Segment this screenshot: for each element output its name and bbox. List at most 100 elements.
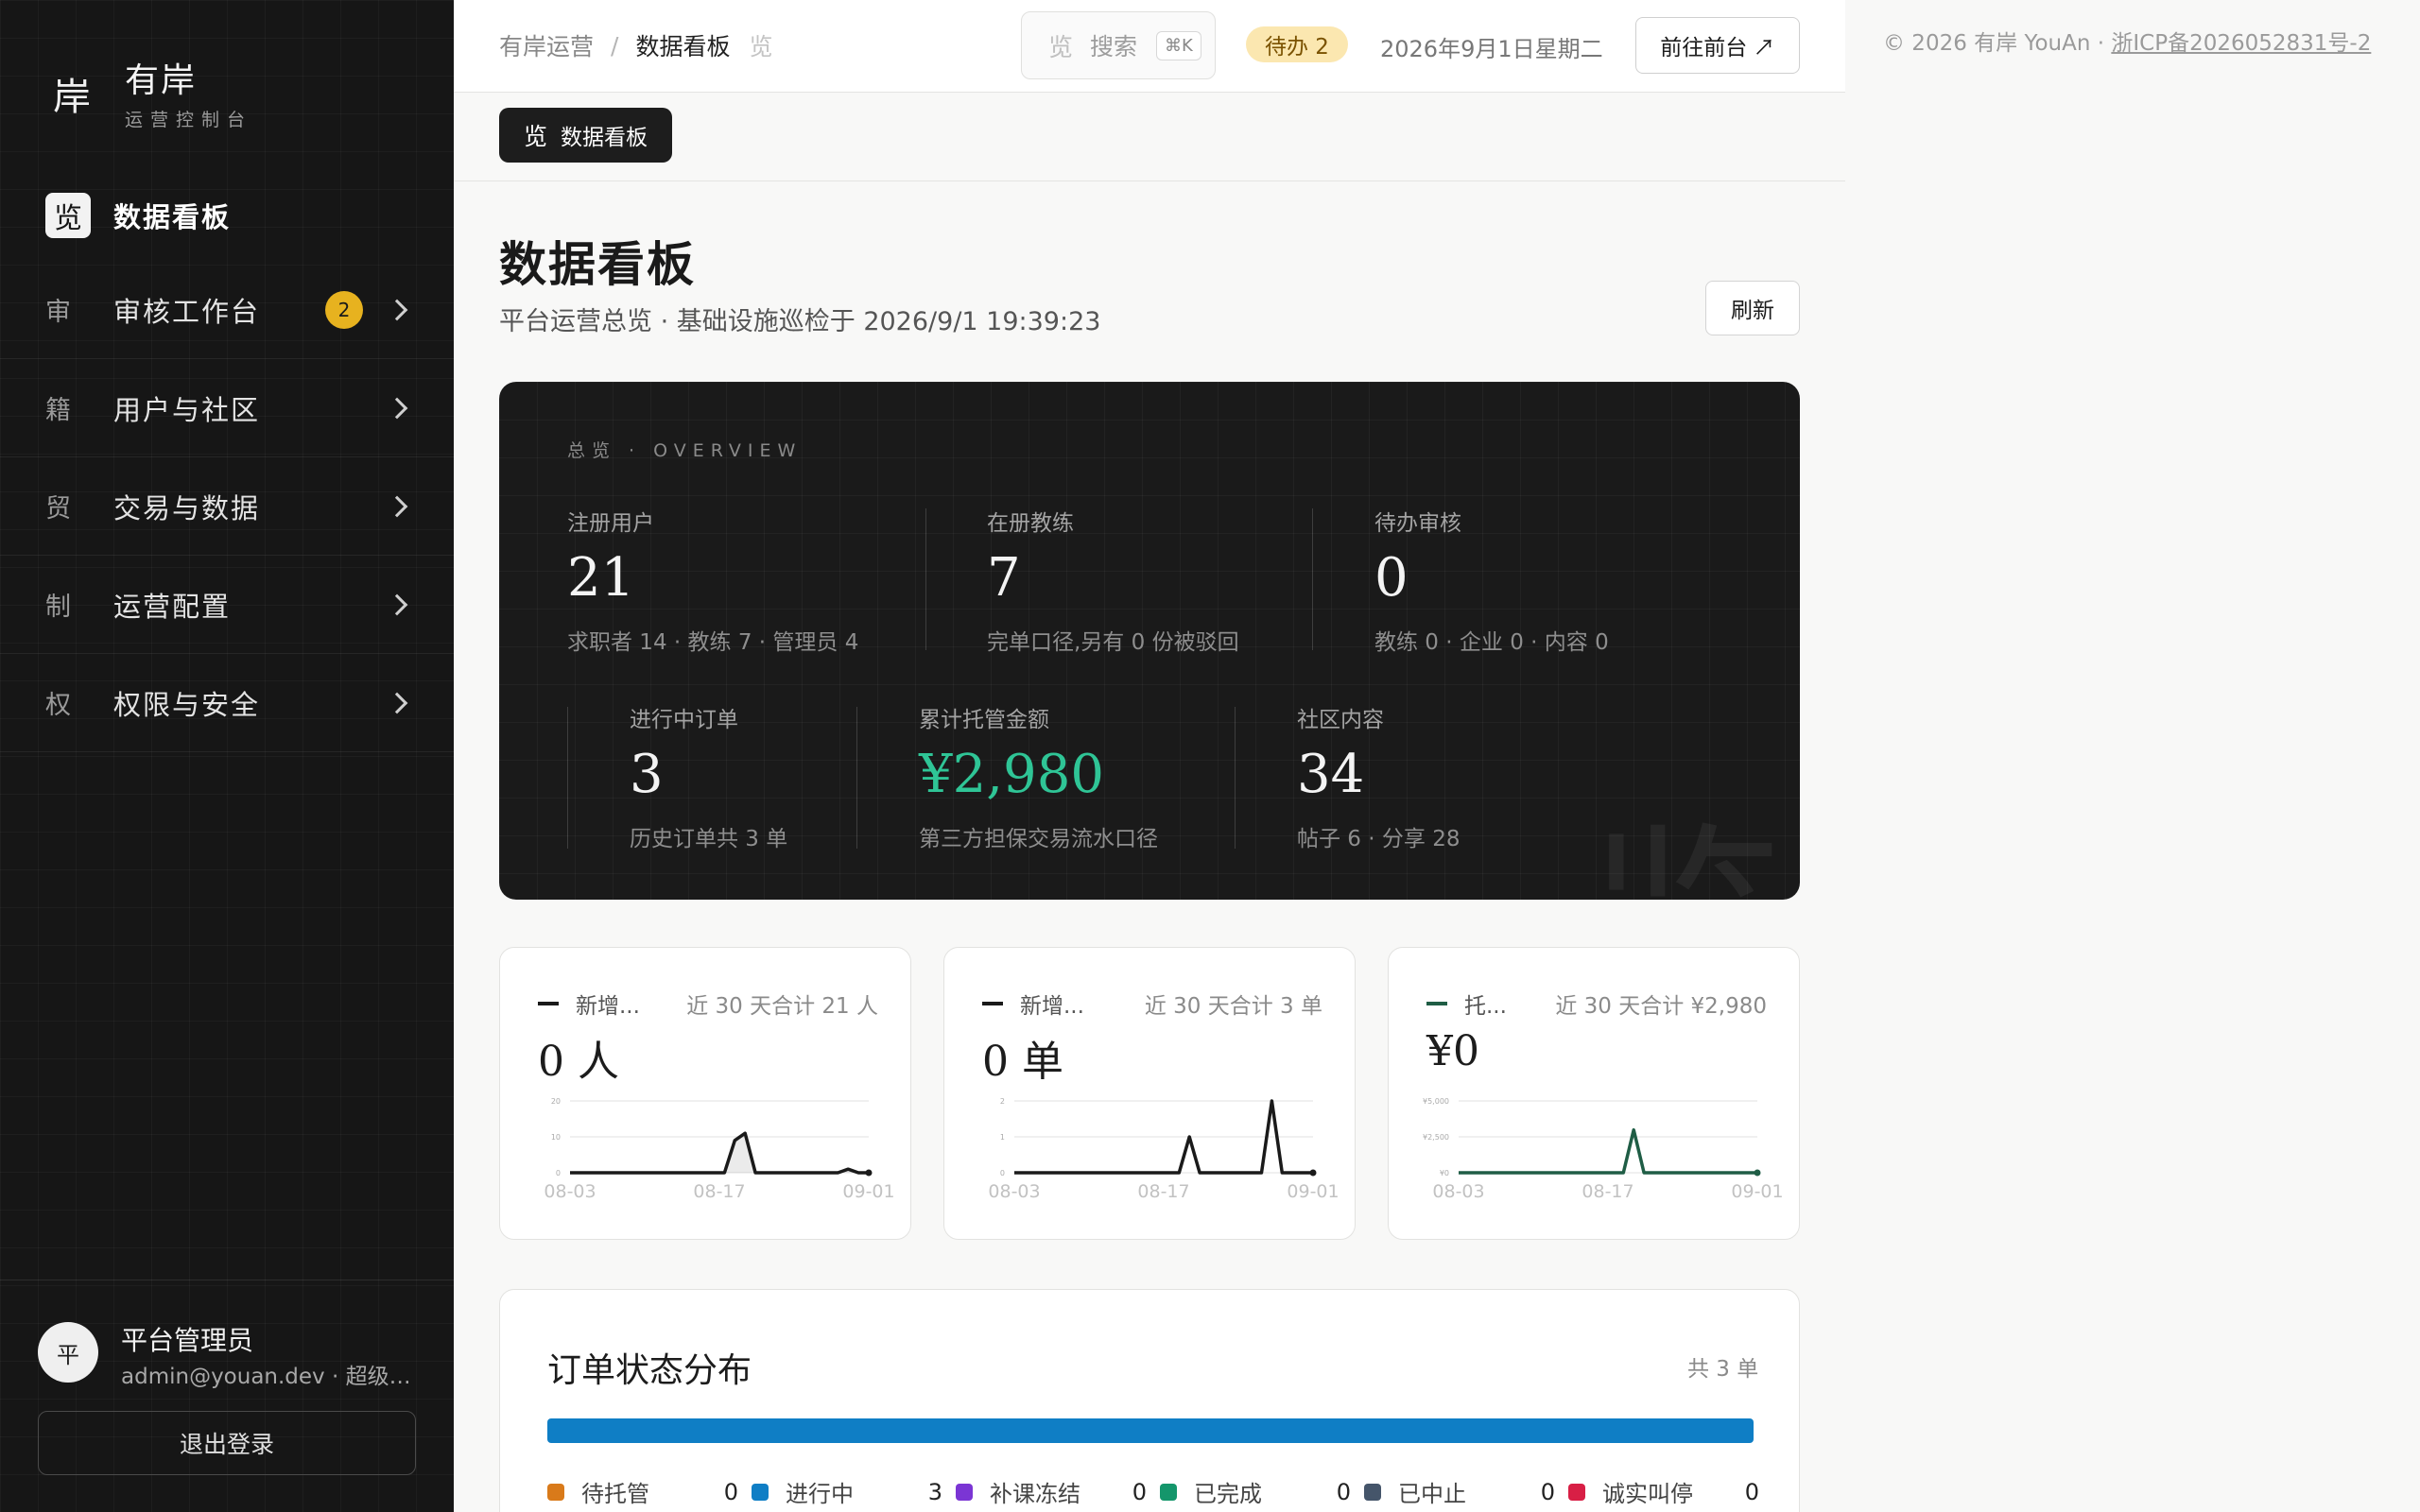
breadcrumb-current: 数据看板 [635,33,731,60]
order-status-title: 订单状态分布 [547,1351,752,1390]
y-tick-label: 2 [1000,1097,1005,1106]
review-count-badge: 2 [325,290,363,329]
main-content: 有岸运营 / 数据看板 览 览 搜索 ⌘K 待办 2 2026年9月1日星期二 … [454,0,1845,1512]
stat-divider [1235,707,1236,849]
logout-button[interactable]: 退出登录 [38,1411,416,1475]
y-tick-label: 1 [1000,1133,1005,1142]
search-button[interactable]: 览 搜索 ⌘K [1021,11,1216,79]
stat-note: 教练 0 · 企业 0 · 内容 0 [1374,630,1609,655]
dashboard-icon: 览 [749,33,773,60]
sidebar-nav: 览 数据看板 审 审核工作台 2 籍 用户与社区 贸 交易与数据 制 运营配置 … [0,170,454,752]
sidebar-item-label: 审核工作台 [113,295,261,328]
trend-card-escrow: 托... 近 30 天合计 ¥2,980 ¥0 ¥5,000 ¥2,500 ¥0 08… [1388,947,1800,1240]
status-label: 进行中 [786,1481,854,1507]
stat-label: 累计托管金额 [919,708,1049,732]
sidebar-item-dashboard[interactable]: 览 数据看板 [0,170,454,261]
order-status-item: 诚实叫停 0 [1568,1475,1772,1508]
sidebar-item-label: 数据看板 [113,201,232,233]
stat-divider [925,508,926,650]
stat-value: 0 [1374,547,1409,609]
tab-label: 数据看板 [561,126,648,150]
footer-copyright: © 2026 有岸 YouAn · 浙ICP备2026052831号-2 [1883,25,2371,57]
dashboard-icon: 览 [524,123,548,150]
copyright-text: © 2026 有岸 YouAn · [1883,31,2112,56]
stat-note: 第三方担保交易流水口径 [919,827,1158,851]
status-count: 0 [723,1478,738,1505]
brand[interactable]: 岸 有岸 运营控制台 [53,53,252,131]
sidebar-item-label: 交易与数据 [113,491,261,524]
topbar: 有岸运营 / 数据看板 览 览 搜索 ⌘K 待办 2 2026年9月1日星期二 … [454,0,1845,93]
chevron-right-icon [386,593,408,615]
current-date: 2026年9月1日星期二 [1380,36,1603,62]
stat-value: 34 [1297,744,1365,805]
series-line [570,1131,869,1175]
order-total-count: 共 3 单 [1687,1357,1759,1382]
sidebar-item-users-community[interactable]: 籍 用户与社区 [0,359,454,457]
status-count: 3 [927,1478,942,1505]
x-tick-label: 08-03 [1432,1181,1484,1202]
order-status-item: 已中止 0 [1364,1475,1568,1508]
order-status-card: 订单状态分布 共 3 单 待托管 0 进行中 3 补课冻结 0 已完成 0 已中止 0 诚实叫停 0 [499,1289,1800,1512]
x-tick-label: 08-17 [693,1181,745,1202]
permissions-icon: 权 [45,691,71,720]
overview-card: 总览 · OVERVIEW 览 注册用户 21 求职者 14 · 教练 7 · … [499,382,1800,900]
search-label: 搜索 [1090,33,1138,60]
review-icon: 审 [45,298,71,327]
stat-note: 历史订单共 3 单 [630,827,788,851]
y-tick-label: 0 [556,1169,561,1177]
sidebar-item-trade-data[interactable]: 贸 交易与数据 [0,457,454,556]
sidebar-item-review[interactable]: 审 审核工作台 2 [0,261,454,359]
order-status-bar [547,1418,1754,1443]
stat-escrow-amount: 累计托管金额 ¥2,980 第三方担保交易流水口径 [919,701,1158,852]
stat-active-orders: 进行中订单 3 历史订单共 3 单 [630,701,787,852]
todo-badge[interactable]: 待办 2 [1246,26,1348,62]
user-email-role: admin@youan.dev · 超级管理员 [121,1365,414,1389]
x-tick-label: 08-03 [544,1181,596,1202]
sidebar-item-label: 权限与安全 [113,688,261,721]
status-color-dot [1364,1483,1381,1501]
breadcrumb-root[interactable]: 有岸运营 [499,28,594,62]
sidebar-item-permissions[interactable]: 权 权限与安全 [0,654,454,752]
chevron-right-icon [386,495,408,517]
trend-chart: 2 1 0 08-03 08-17 09-01 [988,1097,1339,1202]
right-pane: © 2026 有岸 YouAn · 浙ICP备2026052831号-2 [1845,0,2420,1512]
brand-logo-mark: 岸 [53,76,91,119]
order-status-segment [547,1418,1754,1443]
x-tick-label: 08-03 [988,1181,1040,1202]
y-tick-label: 20 [551,1097,561,1106]
status-color-dot [956,1483,973,1501]
status-count: 0 [1744,1478,1759,1505]
stat-divider [856,707,857,849]
stat-note: 完单口径,另有 0 份被驳回 [987,630,1239,655]
order-status-item: 待托管 0 [547,1475,752,1508]
trend-chart: 20 10 0 08-03 08-17 09-01 [544,1097,894,1202]
stat-label: 进行中订单 [630,708,738,732]
breadcrumb-separator: / [611,31,619,60]
x-tick-label: 08-17 [1582,1181,1634,1202]
y-tick-label: ¥0 [1440,1169,1449,1177]
config-icon: 制 [45,593,71,622]
refresh-button[interactable]: 刷新 [1705,281,1800,335]
stat-value: ¥2,980 [919,744,1104,805]
status-color-dot [1568,1483,1585,1501]
status-count: 0 [1132,1478,1147,1505]
y-tick-label: ¥2,500 [1423,1133,1449,1142]
stat-value: 21 [567,547,635,609]
user-profile: 平 平台管理员 admin@youan.dev · 超级管理员 退出登录 [0,1280,454,1512]
stat-label: 注册用户 [567,511,654,536]
chevron-right-icon [386,692,408,713]
y-tick-label: 0 [1000,1169,1005,1177]
chevron-right-icon [386,299,408,320]
brand-name: 有岸 [125,61,198,100]
sidebar-item-ops-config[interactable]: 制 运营配置 [0,556,454,654]
status-count: 0 [1336,1478,1351,1505]
icp-link[interactable]: 浙ICP备2026052831号-2 [2111,31,2371,56]
go-frontend-button[interactable]: 前往前台 ↗ [1635,17,1800,74]
stat-value: 7 [987,547,1021,609]
shortcut-hint: ⌘K [1156,30,1201,60]
chevron-right-icon [386,397,408,419]
stat-note: 求职者 14 · 教练 7 · 管理员 4 [567,630,859,655]
tab-dashboard[interactable]: 览 数据看板 [499,108,673,163]
avatar[interactable]: 平 [38,1322,98,1383]
status-label: 诚实叫停 [1602,1481,1693,1507]
